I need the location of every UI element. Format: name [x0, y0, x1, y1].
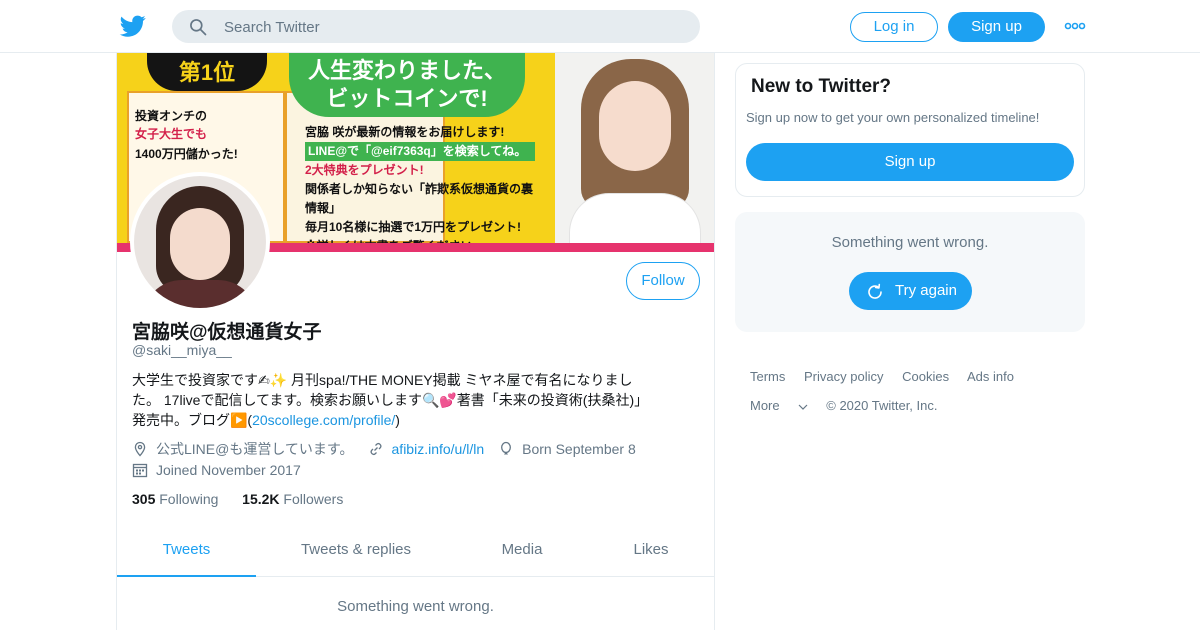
profile-handle: @saki__miya__ — [132, 342, 232, 358]
bio-line-2: た。 17liveで配信してます。検索お願いします🔍💕著書「未来の投資術(扶桑社… — [132, 392, 649, 408]
followers-label: Followers — [283, 491, 344, 507]
following-count: 305 — [132, 491, 156, 507]
banner-headline-line-1: 人生変わりました、 — [307, 58, 506, 83]
profile-location: 公式LINE@も運営しています。 — [156, 441, 354, 457]
tab-likes[interactable]: Likes — [611, 527, 691, 576]
new-to-twitter-subtitle: Sign up now to get your own personalized… — [746, 110, 1040, 125]
footer-copyright: © 2020 Twitter, Inc. — [826, 398, 938, 413]
banner-text-line-2: LINE@で「@eif7363q」を検索してね。 — [305, 142, 535, 161]
balloon-icon — [501, 441, 512, 455]
footer-row-2: More © 2020 Twitter, Inc. — [750, 391, 1080, 420]
footer-cookies-link[interactable]: Cookies — [902, 369, 949, 384]
profile-birthday: Born September 8 — [522, 441, 636, 457]
profile-meta-row-1: 公式LINE@も運営しています。 afibiz.info/u/l/ln Born… — [132, 439, 636, 459]
followers-stat[interactable]: 15.2K Followers — [242, 491, 343, 507]
tab-tweets[interactable]: Tweets — [117, 527, 256, 577]
search-icon — [190, 19, 207, 36]
sidebar-footer: Terms Privacy policy Cookies Ads info Mo… — [750, 362, 1080, 420]
following-stat[interactable]: 305 Following — [132, 491, 218, 507]
refresh-icon — [868, 283, 882, 299]
banner-text-line-1: 宮脇 咲が最新の情報をお届けします! — [305, 125, 505, 139]
banner-headline-line-2: ビットコインで! — [326, 86, 488, 111]
footer-more-menu[interactable]: More — [750, 398, 808, 413]
new-to-twitter-title: New to Twitter? — [751, 76, 892, 97]
bio-blog-link[interactable]: 20scollege.com/profile/ — [252, 412, 395, 428]
tab-tweets-and-replies[interactable]: Tweets & replies — [272, 527, 440, 576]
try-again-button[interactable]: Try again — [849, 272, 972, 310]
more-options-icon[interactable] — [1064, 19, 1086, 33]
timeline-error-message: Something went wrong. — [337, 598, 494, 615]
signup-button[interactable]: Sign up — [948, 12, 1045, 42]
banner-portrait-face — [599, 81, 671, 171]
twitter-bird-icon[interactable] — [119, 13, 147, 39]
profile-bio: 大学生で投資家です✍✨ 月刊spa!/THE MONEY掲載 ミヤネ屋で有名にな… — [132, 370, 697, 430]
sidebar-error-card: Something went wrong. Try again — [735, 212, 1085, 332]
location-icon — [134, 441, 146, 457]
banner-book-line-1: 投資オンチの — [135, 109, 208, 123]
calendar-icon — [132, 463, 148, 478]
profile-joined-date: Joined November 2017 — [156, 462, 301, 478]
bio-line-1: 大学生で投資家です✍✨ 月刊spa!/THE MONEY掲載 ミヤネ屋で有名にな… — [132, 372, 633, 388]
profile-tabs: Tweets Tweets & replies Media Likes — [117, 527, 714, 577]
following-label: Following — [159, 491, 219, 507]
follow-button[interactable]: Follow — [626, 262, 700, 300]
banner-text-line-3: 2大特典をプレゼント! — [305, 163, 424, 177]
bio-line-3-prefix: 発売中。ブログ▶️( — [132, 412, 253, 428]
login-button[interactable]: Log in — [850, 12, 938, 42]
banner-portrait — [555, 53, 714, 252]
profile-display-name: 宮脇咲@仮想通貨女子 — [132, 322, 322, 343]
banner-rank-badge: 第1位 — [147, 53, 267, 91]
search-input[interactable] — [222, 10, 686, 45]
bio-line-3-suffix: ) — [395, 412, 400, 428]
banner-book-line-2: 女子大生でも — [135, 127, 208, 141]
sidebar-signup-button[interactable]: Sign up — [746, 143, 1074, 181]
footer-ads-link[interactable]: Ads info — [967, 369, 1014, 384]
banner-text-line-5: 毎月10名様に抽選で1万円をプレゼント! — [305, 220, 522, 234]
footer-row-1: Terms Privacy policy Cookies Ads info — [750, 362, 1080, 391]
profile-avatar[interactable] — [130, 172, 270, 312]
footer-privacy-link[interactable]: Privacy policy — [804, 369, 883, 384]
banner-text-line-4: 関係者しか知らない「詐欺系仮想通貨の裏情報」 — [305, 182, 534, 215]
banner-headline-bubble: 人生変わりました、 ビットコインで! — [289, 53, 525, 117]
bio-line-3: 発売中。ブログ▶️(20scollege.com/profile/) — [132, 410, 697, 430]
footer-terms-link[interactable]: Terms — [750, 369, 785, 384]
sidebar-error-message: Something went wrong. — [831, 234, 989, 251]
footer-more-label: More — [750, 398, 780, 413]
try-again-label: Try again — [895, 282, 957, 299]
profile-column: 投資オンチの 女子大生でも 1400万円儲かった! 第1位 人生変わりました、 … — [116, 53, 715, 630]
tab-media[interactable]: Media — [462, 527, 582, 576]
banner-promo-text: 宮脇 咲が最新の情報をお届けします! LINE@で「@eif7363q」を検索し… — [305, 123, 535, 252]
top-navigation-bar: Log in Sign up — [0, 0, 1200, 53]
search-bar[interactable] — [172, 10, 700, 45]
new-to-twitter-card: New to Twitter? Sign up now to get your … — [735, 63, 1085, 197]
avatar-face — [170, 208, 230, 280]
profile-meta-row-2: Joined November 2017 — [132, 460, 301, 480]
profile-website-link[interactable]: afibiz.info/u/l/ln — [392, 441, 485, 457]
banner-book-line-3: 1400万円儲かった! — [135, 147, 238, 161]
link-icon — [370, 443, 381, 455]
profile-stats: 305 Following 15.2K Followers — [132, 491, 343, 507]
chevron-down-icon — [798, 404, 808, 410]
followers-count: 15.2K — [242, 491, 280, 507]
